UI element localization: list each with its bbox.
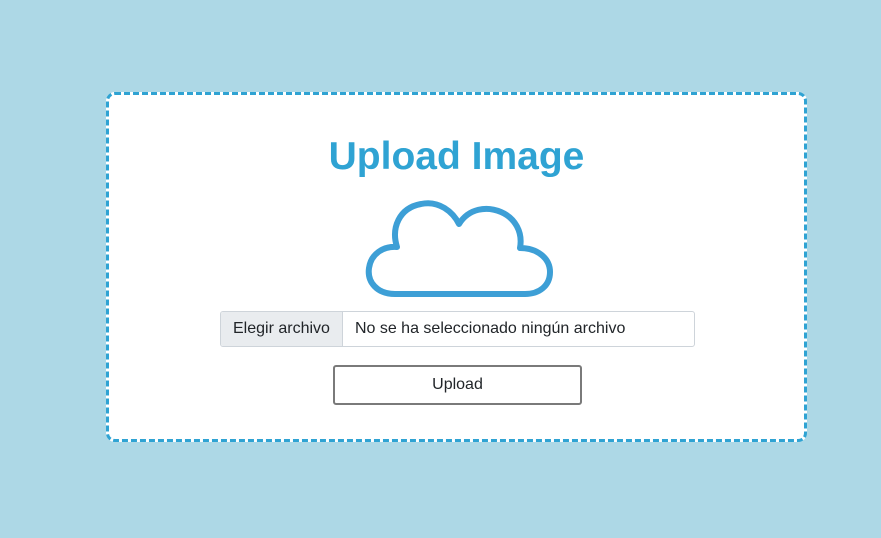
file-input[interactable]: Elegir archivo No se ha seleccionado nin… [220, 311, 695, 347]
page-title: Upload Image [328, 135, 585, 178]
choose-file-button[interactable]: Elegir archivo [221, 312, 343, 346]
upload-button[interactable]: Upload [333, 365, 582, 405]
file-status-text: No se ha seleccionado ningún archivo [354, 320, 626, 337]
cloud-icon [365, 198, 554, 298]
upload-card: Upload Image Elegir archivo No se ha sel… [106, 92, 807, 442]
